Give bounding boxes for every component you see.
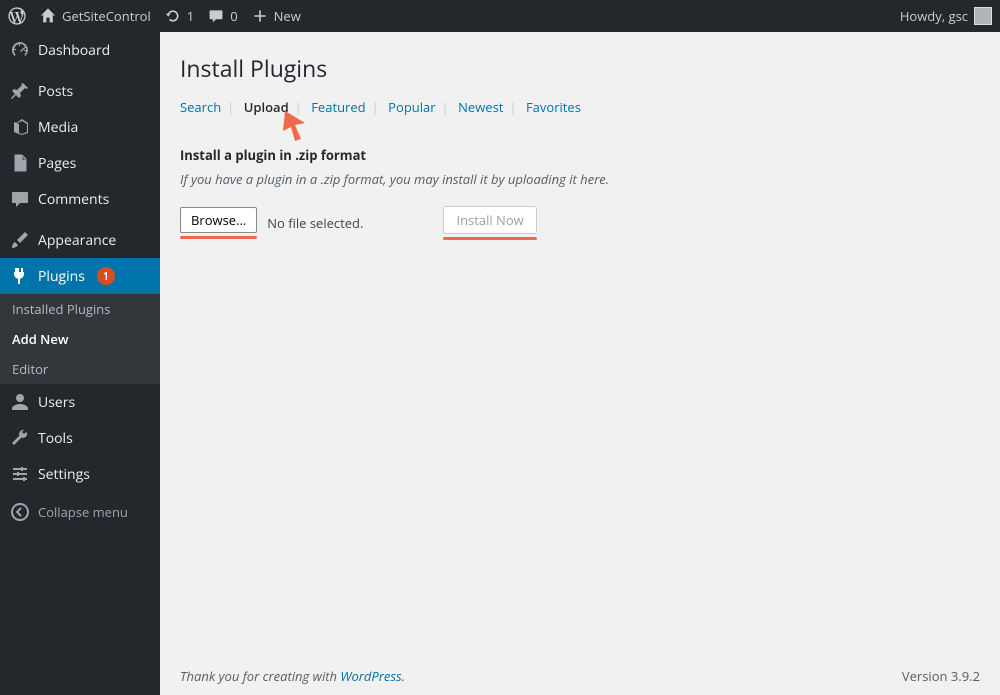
sidebar-item-comments[interactable]: Comments bbox=[0, 181, 160, 217]
sidebar-item-posts[interactable]: Posts bbox=[0, 73, 160, 109]
collapse-icon bbox=[10, 502, 30, 522]
sidebar-label: Dashboard bbox=[38, 41, 110, 60]
admin-comments-count: 0 bbox=[230, 7, 237, 25]
sidebar-label: Posts bbox=[38, 82, 73, 101]
sidebar-label: Plugins bbox=[38, 267, 85, 286]
admin-new-label: New bbox=[274, 7, 301, 25]
dashboard-icon bbox=[10, 40, 30, 60]
footer-thanks-prefix: Thank you for creating with bbox=[180, 667, 340, 685]
admin-new[interactable]: New bbox=[252, 7, 301, 25]
avatar bbox=[974, 7, 992, 25]
wrench-icon bbox=[10, 428, 30, 448]
admin-site-link[interactable]: GetSiteControl bbox=[40, 7, 151, 25]
footer-thanks-suffix: . bbox=[402, 667, 405, 685]
updates-icon bbox=[165, 8, 181, 24]
admin-updates[interactable]: 1 bbox=[165, 7, 194, 25]
collapse-label: Collapse menu bbox=[38, 503, 128, 521]
sidebar-item-pages[interactable]: Pages bbox=[0, 145, 160, 181]
plugins-submenu: Installed Plugins Add New Editor bbox=[0, 294, 160, 384]
browse-button[interactable]: Browse… bbox=[180, 207, 257, 233]
main-content: Install Plugins Search| Upload| Featured… bbox=[160, 32, 1000, 695]
sidebar-item-tools[interactable]: Tools bbox=[0, 420, 160, 456]
admin-howdy: Howdy, gsc bbox=[900, 7, 968, 25]
sidebar-item-dashboard[interactable]: Dashboard bbox=[0, 32, 160, 68]
tab-featured[interactable]: Featured bbox=[311, 98, 365, 116]
sidebar-item-appearance[interactable]: Appearance bbox=[0, 222, 160, 258]
admin-sidebar: Dashboard Posts Media Pages Comments App… bbox=[0, 32, 160, 695]
page-title: Install Plugins bbox=[180, 52, 980, 84]
annotation-underline bbox=[443, 237, 536, 240]
submenu-editor[interactable]: Editor bbox=[0, 354, 160, 384]
sidebar-label: Users bbox=[38, 393, 75, 412]
wp-logo[interactable] bbox=[8, 7, 26, 25]
upload-heading: Install a plugin in .zip format bbox=[180, 146, 980, 164]
sidebar-label: Pages bbox=[38, 154, 76, 173]
plug-icon bbox=[10, 266, 30, 286]
install-now-button[interactable]: Install Now bbox=[443, 206, 536, 234]
install-tabs: Search| Upload| Featured| Popular| Newes… bbox=[180, 98, 980, 116]
tab-newest[interactable]: Newest bbox=[458, 98, 503, 116]
footer-wp-link[interactable]: WordPress bbox=[340, 667, 401, 685]
sidebar-item-plugins[interactable]: Plugins 1 bbox=[0, 258, 160, 294]
pages-icon bbox=[10, 153, 30, 173]
sidebar-item-media[interactable]: Media bbox=[0, 109, 160, 145]
user-icon bbox=[10, 392, 30, 412]
admin-bar: GetSiteControl 1 0 New Howdy, gsc bbox=[0, 0, 1000, 32]
submenu-add-new[interactable]: Add New bbox=[0, 324, 160, 354]
upload-form: Browse… No file selected. Install Now bbox=[180, 206, 980, 240]
tab-popular[interactable]: Popular bbox=[388, 98, 435, 116]
sidebar-item-settings[interactable]: Settings bbox=[0, 456, 160, 492]
admin-comments[interactable]: 0 bbox=[208, 7, 237, 25]
annotation-underline bbox=[180, 236, 257, 239]
admin-site-name: GetSiteControl bbox=[62, 7, 151, 25]
plus-icon bbox=[252, 8, 268, 24]
sidebar-label: Tools bbox=[38, 429, 73, 448]
sidebar-label: Appearance bbox=[38, 231, 116, 250]
sliders-icon bbox=[10, 464, 30, 484]
admin-footer: Thank you for creating with WordPress. V… bbox=[180, 667, 980, 685]
upload-help: If you have a plugin in a .zip format, y… bbox=[180, 170, 980, 188]
comment-icon bbox=[10, 189, 30, 209]
home-icon bbox=[40, 8, 56, 24]
footer-version: Version 3.9.2 bbox=[902, 667, 980, 685]
sidebar-label: Media bbox=[38, 118, 78, 137]
sidebar-label: Comments bbox=[38, 190, 109, 209]
collapse-menu[interactable]: Collapse menu bbox=[0, 492, 160, 532]
wordpress-icon bbox=[8, 7, 26, 25]
file-status: No file selected. bbox=[267, 214, 363, 232]
sidebar-item-users[interactable]: Users bbox=[0, 384, 160, 420]
plugins-badge: 1 bbox=[97, 267, 115, 285]
brush-icon bbox=[10, 230, 30, 250]
admin-user[interactable]: Howdy, gsc bbox=[900, 7, 992, 25]
submenu-installed-plugins[interactable]: Installed Plugins bbox=[0, 294, 160, 324]
tab-search[interactable]: Search bbox=[180, 98, 221, 116]
media-icon bbox=[10, 117, 30, 137]
tab-upload[interactable]: Upload bbox=[244, 98, 289, 116]
tab-favorites[interactable]: Favorites bbox=[526, 98, 581, 116]
sidebar-label: Settings bbox=[38, 465, 90, 484]
pin-icon bbox=[10, 81, 30, 101]
admin-updates-count: 1 bbox=[187, 7, 194, 25]
comment-icon bbox=[208, 8, 224, 24]
